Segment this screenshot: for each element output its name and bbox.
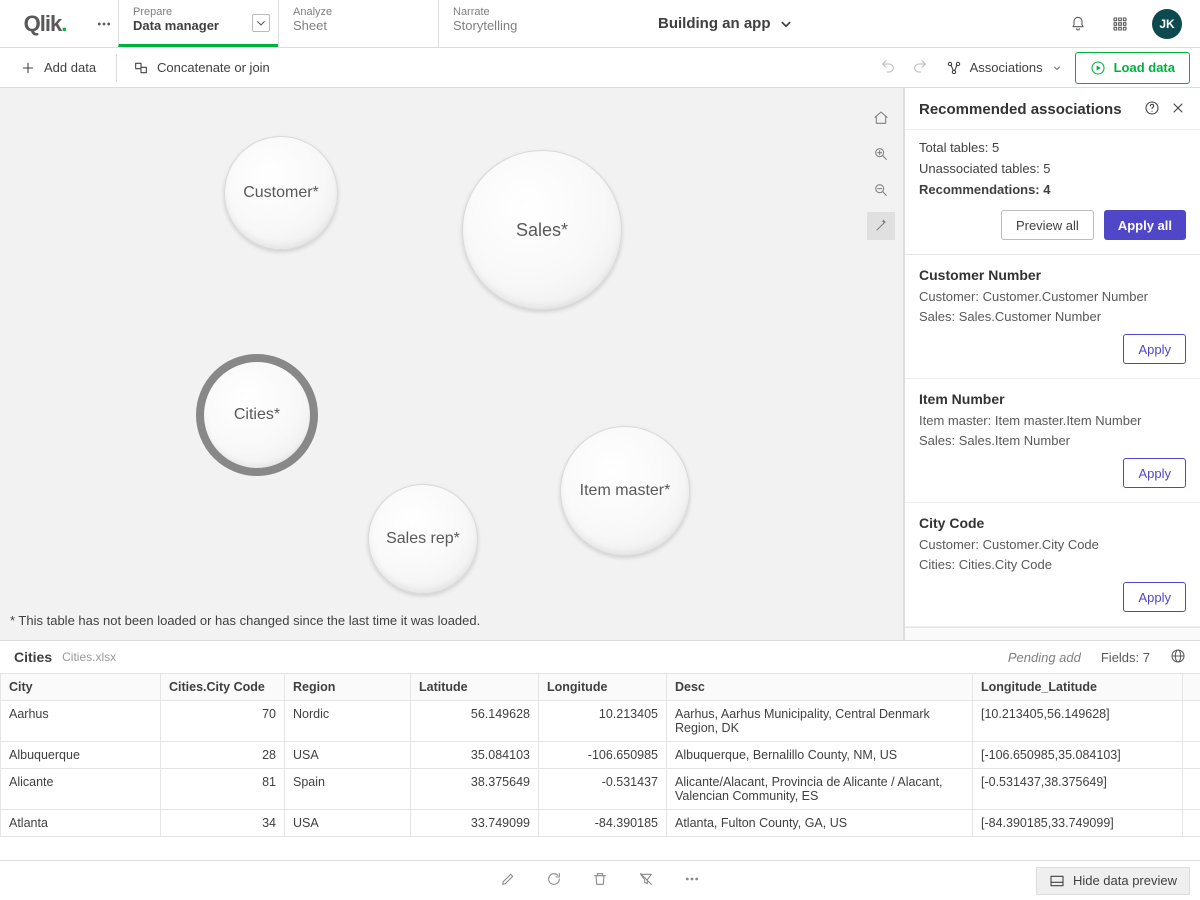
bubble-cities[interactable]: Cities* bbox=[202, 360, 312, 470]
edit-icon[interactable] bbox=[500, 871, 516, 890]
preview-fields: Fields: 7 bbox=[1101, 650, 1150, 665]
tab-analyze[interactable]: Analyze Sheet bbox=[278, 0, 438, 47]
app-title-text: Building an app bbox=[658, 15, 771, 32]
panel-title: Recommended associations bbox=[919, 101, 1134, 118]
tab-narrate[interactable]: Narrate Storytelling bbox=[438, 0, 598, 47]
associations-icon bbox=[946, 60, 962, 76]
table-row[interactable]: Atlanta34USA33.749099-84.390185Atlanta, … bbox=[1, 810, 1200, 837]
panel-icon bbox=[1049, 873, 1065, 889]
view-dropdown[interactable]: Associations bbox=[938, 54, 1071, 82]
tab-analyze-sup: Analyze bbox=[293, 6, 424, 18]
app-menu-icon[interactable] bbox=[90, 0, 118, 47]
col-desc[interactable]: Desc bbox=[667, 674, 973, 701]
bell-icon[interactable] bbox=[1068, 14, 1088, 34]
zoom-in-icon[interactable] bbox=[867, 140, 895, 168]
col-region[interactable]: Region bbox=[285, 674, 411, 701]
bubble-customer[interactable]: Customer* bbox=[224, 136, 338, 250]
preview-toolbar: Hide data preview bbox=[0, 860, 1200, 900]
undo-icon[interactable] bbox=[874, 58, 902, 77]
stat-total: Total tables: 5 bbox=[919, 138, 1186, 159]
zoom-out-icon[interactable] bbox=[867, 176, 895, 204]
table-row[interactable]: Aarhus70Nordic56.14962810.213405Aarhus, … bbox=[1, 701, 1200, 742]
add-data-button[interactable]: Add data bbox=[10, 54, 106, 82]
hide-preview-label: Hide data preview bbox=[1073, 873, 1177, 888]
qlik-logo[interactable]: Qlik. bbox=[0, 0, 90, 47]
tab-prepare[interactable]: Prepare Data manager bbox=[118, 0, 278, 47]
preview-table: Cities bbox=[14, 649, 52, 665]
rec-customer-number: Customer Number Customer: Customer.Custo… bbox=[905, 255, 1200, 379]
col-city[interactable]: City bbox=[1, 674, 161, 701]
tab-narrate-sup: Narrate bbox=[453, 6, 584, 18]
col-code[interactable]: Cities.City Code bbox=[161, 674, 285, 701]
concat-icon bbox=[133, 60, 149, 76]
filter-off-icon[interactable] bbox=[638, 871, 654, 890]
recommendations-panel: Recommended associations Total tables: 5… bbox=[904, 88, 1200, 640]
magic-wand-icon[interactable] bbox=[867, 212, 895, 240]
tab-prepare-sup: Prepare bbox=[133, 6, 264, 18]
tab-prepare-label: Data manager bbox=[133, 18, 264, 44]
view-label: Associations bbox=[970, 60, 1043, 75]
help-icon[interactable] bbox=[1144, 100, 1160, 119]
col-lat[interactable]: Latitude bbox=[411, 674, 539, 701]
apps-grid-icon[interactable] bbox=[1110, 14, 1130, 34]
apply-button[interactable]: Apply bbox=[1123, 582, 1186, 612]
association-canvas[interactable]: Customer* Sales* Cities* Item master* Sa… bbox=[0, 88, 904, 640]
play-icon bbox=[1090, 60, 1106, 76]
data-preview: Cities Cities.xlsx Pending add Fields: 7… bbox=[0, 640, 1200, 837]
globe-icon[interactable] bbox=[1170, 648, 1186, 667]
rec-city-code: City Code Customer: Customer.City Code C… bbox=[905, 503, 1200, 627]
tab-narrate-label: Storytelling bbox=[453, 18, 584, 47]
chevron-down-icon bbox=[777, 15, 795, 33]
panel-hint: To make associations manually, you can d… bbox=[905, 627, 1200, 640]
hide-preview-button[interactable]: Hide data preview bbox=[1036, 867, 1190, 895]
bubble-sales-rep[interactable]: Sales rep* bbox=[368, 484, 478, 594]
concat-label: Concatenate or join bbox=[157, 60, 270, 75]
chevron-down-icon[interactable] bbox=[252, 14, 270, 32]
plus-icon bbox=[20, 60, 36, 76]
more-icon[interactable] bbox=[684, 871, 700, 890]
tab-analyze-label: Sheet bbox=[293, 18, 424, 47]
trash-icon[interactable] bbox=[592, 871, 608, 890]
rec-item-number: Item Number Item master: Item master.Ite… bbox=[905, 379, 1200, 503]
col-lonlat[interactable]: Longitude_Latitude bbox=[973, 674, 1183, 701]
apply-all-button[interactable]: Apply all bbox=[1104, 210, 1186, 240]
stat-unassoc: Unassociated tables: 5 bbox=[919, 159, 1186, 180]
redo-icon[interactable] bbox=[906, 58, 934, 77]
apply-button[interactable]: Apply bbox=[1123, 458, 1186, 488]
home-icon[interactable] bbox=[867, 104, 895, 132]
close-icon[interactable] bbox=[1170, 100, 1186, 119]
load-data-button[interactable]: Load data bbox=[1075, 52, 1190, 84]
add-data-label: Add data bbox=[44, 60, 96, 75]
app-title[interactable]: Building an app bbox=[598, 0, 1050, 47]
bubble-sales[interactable]: Sales* bbox=[462, 150, 622, 310]
apply-button[interactable]: Apply bbox=[1123, 334, 1186, 364]
table-row[interactable]: Alicante81Spain38.375649-0.531437Alicant… bbox=[1, 769, 1200, 810]
preview-table-grid: City Cities.City Code Region Latitude Lo… bbox=[0, 673, 1200, 837]
refresh-icon[interactable] bbox=[546, 871, 562, 890]
load-data-label: Load data bbox=[1114, 60, 1175, 75]
concat-button[interactable]: Concatenate or join bbox=[116, 54, 280, 82]
table-row[interactable]: Albuquerque28USA35.084103-106.650985Albu… bbox=[1, 742, 1200, 769]
stat-recs: Recommendations: 4 bbox=[919, 180, 1186, 201]
preview-all-button[interactable]: Preview all bbox=[1001, 210, 1094, 240]
bubble-item-master[interactable]: Item master* bbox=[560, 426, 690, 556]
col-lon[interactable]: Longitude bbox=[539, 674, 667, 701]
chevron-down-icon bbox=[1051, 60, 1063, 76]
avatar[interactable]: JK bbox=[1152, 9, 1182, 39]
preview-file: Cities.xlsx bbox=[62, 650, 116, 664]
canvas-footnote: * This table has not been loaded or has … bbox=[10, 613, 480, 628]
preview-status: Pending add bbox=[1008, 650, 1081, 665]
